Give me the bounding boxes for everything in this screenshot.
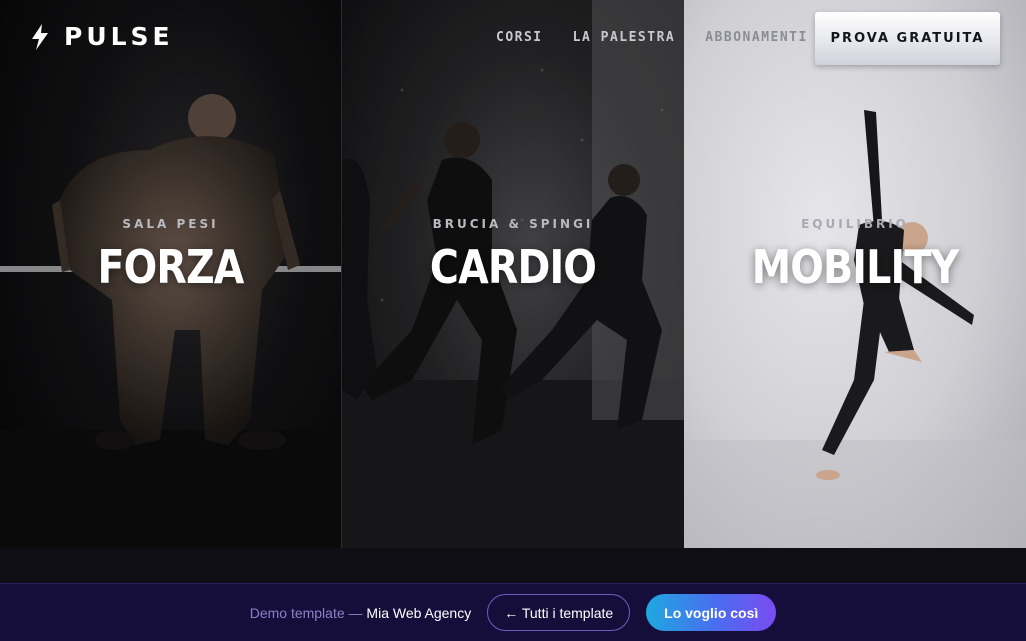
agency-name: Mia Web Agency [366, 604, 472, 621]
panel-subtitle: SALA PESI [122, 217, 219, 231]
nav-link-la-palestra[interactable]: LA PALESTRA [573, 30, 676, 45]
nav-link-abbonamenti[interactable]: ABBONAMENTI [705, 30, 808, 45]
panel-mobility[interactable]: EQUILIBRIO MOBILITY [684, 0, 1026, 548]
panel-subtitle: BRUCIA & SPINGI [432, 217, 594, 231]
top-nav: PULSE CORSI LA PALESTRA ABBONAMENTI PROV… [0, 0, 1026, 76]
free-trial-button[interactable]: PROVA GRATUITA [815, 12, 1000, 65]
demo-label: Demo template — Mia Web Agency [250, 605, 472, 621]
brand-logo[interactable]: PULSE [30, 22, 174, 51]
all-templates-button[interactable]: ← Tutti i template [487, 594, 631, 631]
section-divider-band [0, 548, 1026, 583]
want-this-button[interactable]: Lo voglio così [646, 594, 777, 631]
panel-title: CARDIO [429, 240, 597, 294]
panel-title: FORZA [97, 240, 244, 294]
demo-text: Demo template — [249, 604, 363, 621]
panel-subtitle: EQUILIBRIO [801, 217, 909, 231]
panel-forza[interactable]: SALA PESI FORZA [0, 0, 342, 548]
nav-links: CORSI LA PALESTRA ABBONAMENTI [496, 30, 808, 45]
panel-title: MOBILITY [751, 240, 959, 294]
brand-name: PULSE [64, 22, 174, 51]
hero-section: SALA PESI FORZA BRUCIA & SPINGI CARDIO E… [0, 0, 1026, 548]
nav-link-corsi[interactable]: CORSI [496, 30, 543, 45]
panel-cardio[interactable]: BRUCIA & SPINGI CARDIO [342, 0, 684, 548]
bolt-icon [32, 23, 48, 50]
demo-template-bar: Demo template — Mia Web Agency ← Tutti i… [0, 583, 1026, 641]
